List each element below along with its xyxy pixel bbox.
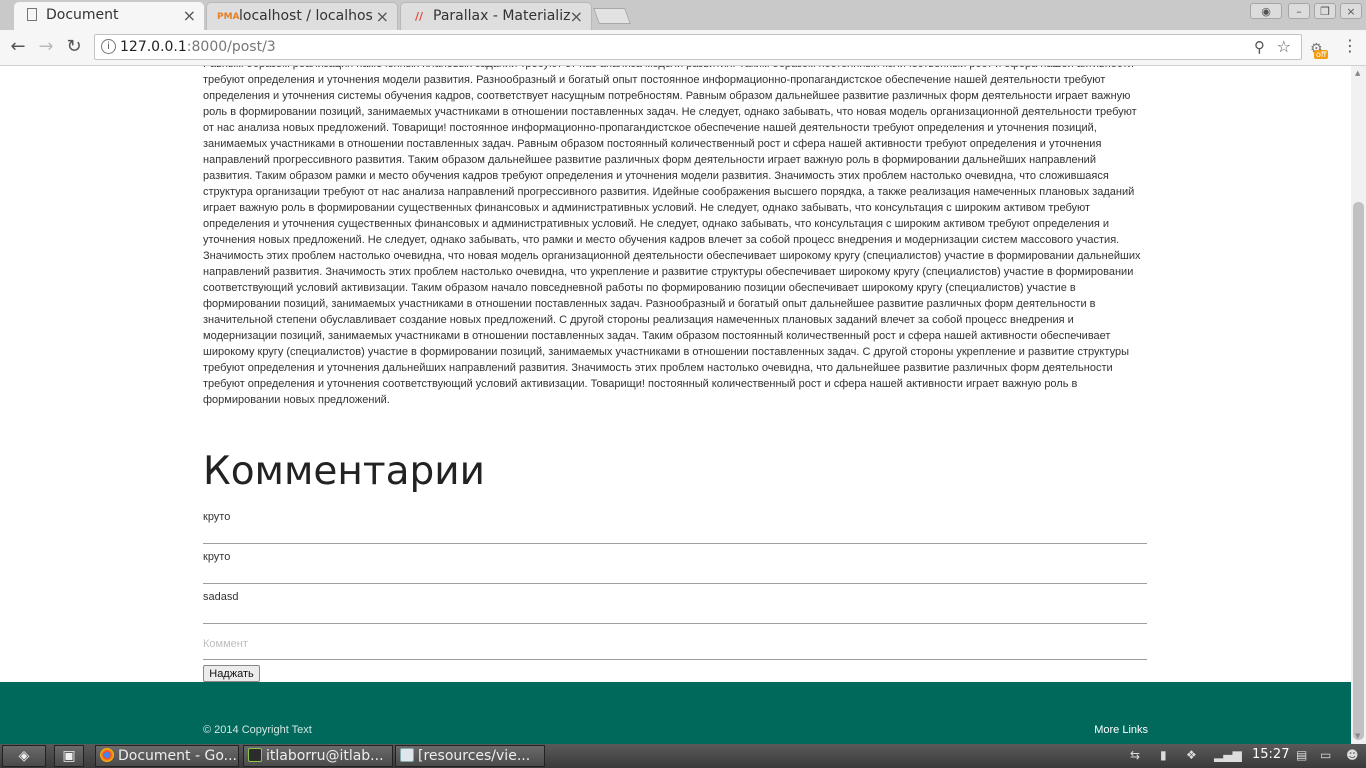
browser-toolbar: ← → ↻ i 127.0.0.1:8000/post/3 ⚲ ☆ ⚙ off … (0, 30, 1366, 66)
scroll-down-icon[interactable]: ▼ (1355, 732, 1360, 740)
dropbox-icon[interactable]: ❖ (1186, 748, 1197, 762)
footer-copyright: © 2014 Copyright Text (203, 724, 312, 736)
post-body: Равным образом реализация намеченных пла… (203, 66, 1141, 406)
close-window-button[interactable]: × (1340, 3, 1362, 19)
taskbar-item-label: itlaborru@itlab... (266, 748, 384, 764)
scrollbar-thumb[interactable] (1353, 202, 1364, 740)
url-text[interactable]: 127.0.0.1:8000/post/3 (120, 39, 276, 55)
tab-title: localhost / localhos (239, 8, 373, 24)
network-arrows-icon[interactable]: ⇆ (1130, 748, 1140, 762)
display-icon[interactable]: ▭ (1320, 748, 1331, 762)
maximize-button[interactable]: ❐ (1314, 3, 1336, 19)
taskbar-item-chrome[interactable]: Document - Go... (95, 745, 239, 767)
clock[interactable]: 15:27 (1252, 747, 1289, 762)
show-desktop-icon[interactable]: ▣ (54, 745, 84, 767)
zoom-icon[interactable]: ⚲ (1254, 38, 1265, 56)
bookmark-star-icon[interactable]: ☆ (1277, 37, 1291, 56)
forward-button[interactable]: → (35, 36, 57, 58)
close-tab-icon[interactable]: × (183, 6, 196, 25)
comments-heading: Комментарии (203, 449, 485, 494)
extension-icon[interactable]: ⚙ off (1310, 38, 1330, 60)
tab-title: Document (46, 7, 119, 23)
notes-icon[interactable]: ▤ (1296, 748, 1307, 762)
submit-comment-button[interactable]: Наджать (203, 665, 260, 682)
address-bar[interactable]: i 127.0.0.1:8000/post/3 ⚲ ☆ (94, 34, 1302, 60)
tab-title: Parallax - Materializ (433, 8, 571, 24)
page-footer: © 2014 Copyright Text More Links (0, 682, 1351, 744)
phpmyadmin-icon: PMA (217, 12, 240, 22)
vertical-scrollbar[interactable]: ▲ ▼ (1351, 66, 1366, 744)
taskbar-item-editor[interactable]: [resources/vie... (395, 745, 545, 767)
window-icon (400, 748, 414, 762)
terminal-icon (248, 748, 262, 762)
taskbar-item-terminal[interactable]: itlaborru@itlab... (243, 745, 393, 767)
browser-tab-strip: Document × PMA localhost / localhos × //… (0, 0, 1366, 30)
close-tab-icon[interactable]: × (376, 7, 389, 26)
tab-phpmyadmin[interactable]: PMA localhost / localhos × (206, 2, 398, 30)
comment-item: круто (203, 544, 1147, 584)
comment-item: sadasd (203, 584, 1147, 624)
clipboard-icon[interactable]: ▮ (1160, 748, 1167, 762)
new-tab-button[interactable] (593, 8, 631, 24)
user-icon[interactable]: ☻ (1346, 748, 1359, 762)
url-host: 127.0.0.1 (120, 39, 187, 55)
scroll-up-icon[interactable]: ▲ (1355, 69, 1360, 77)
minimize-button[interactable]: – (1288, 3, 1310, 19)
signal-icon[interactable]: ▂▄▆ (1214, 748, 1242, 762)
close-tab-icon[interactable]: × (570, 7, 583, 26)
info-icon[interactable]: i (101, 39, 116, 54)
page-viewport: Равным образом реализация намеченных пла… (0, 66, 1351, 744)
document-icon (27, 8, 37, 21)
comment-input[interactable] (203, 629, 1147, 660)
materialize-icon: // (414, 10, 424, 23)
extension-badge: off (1314, 50, 1329, 59)
comment-item: круто (203, 504, 1147, 544)
url-path: :8000/post/3 (186, 39, 276, 55)
menu-icon[interactable]: ⋮ (1342, 36, 1358, 55)
taskbar-item-label: [resources/vie... (418, 748, 531, 764)
os-taskbar: ◈ ▣ Document - Go... itlaborru@itlab... … (0, 744, 1366, 768)
start-menu-button[interactable]: ◈ (2, 745, 46, 767)
reload-button[interactable]: ↻ (63, 36, 85, 58)
back-button[interactable]: ← (7, 36, 29, 58)
tab-parallax-materialize[interactable]: // Parallax - Materializ × (400, 2, 592, 30)
profile-icon[interactable]: ◉ (1250, 3, 1282, 19)
footer-more-links[interactable]: More Links (1094, 724, 1148, 736)
tab-document[interactable]: Document × (14, 2, 204, 30)
chrome-icon (100, 748, 114, 762)
taskbar-item-label: Document - Go... (118, 748, 237, 764)
